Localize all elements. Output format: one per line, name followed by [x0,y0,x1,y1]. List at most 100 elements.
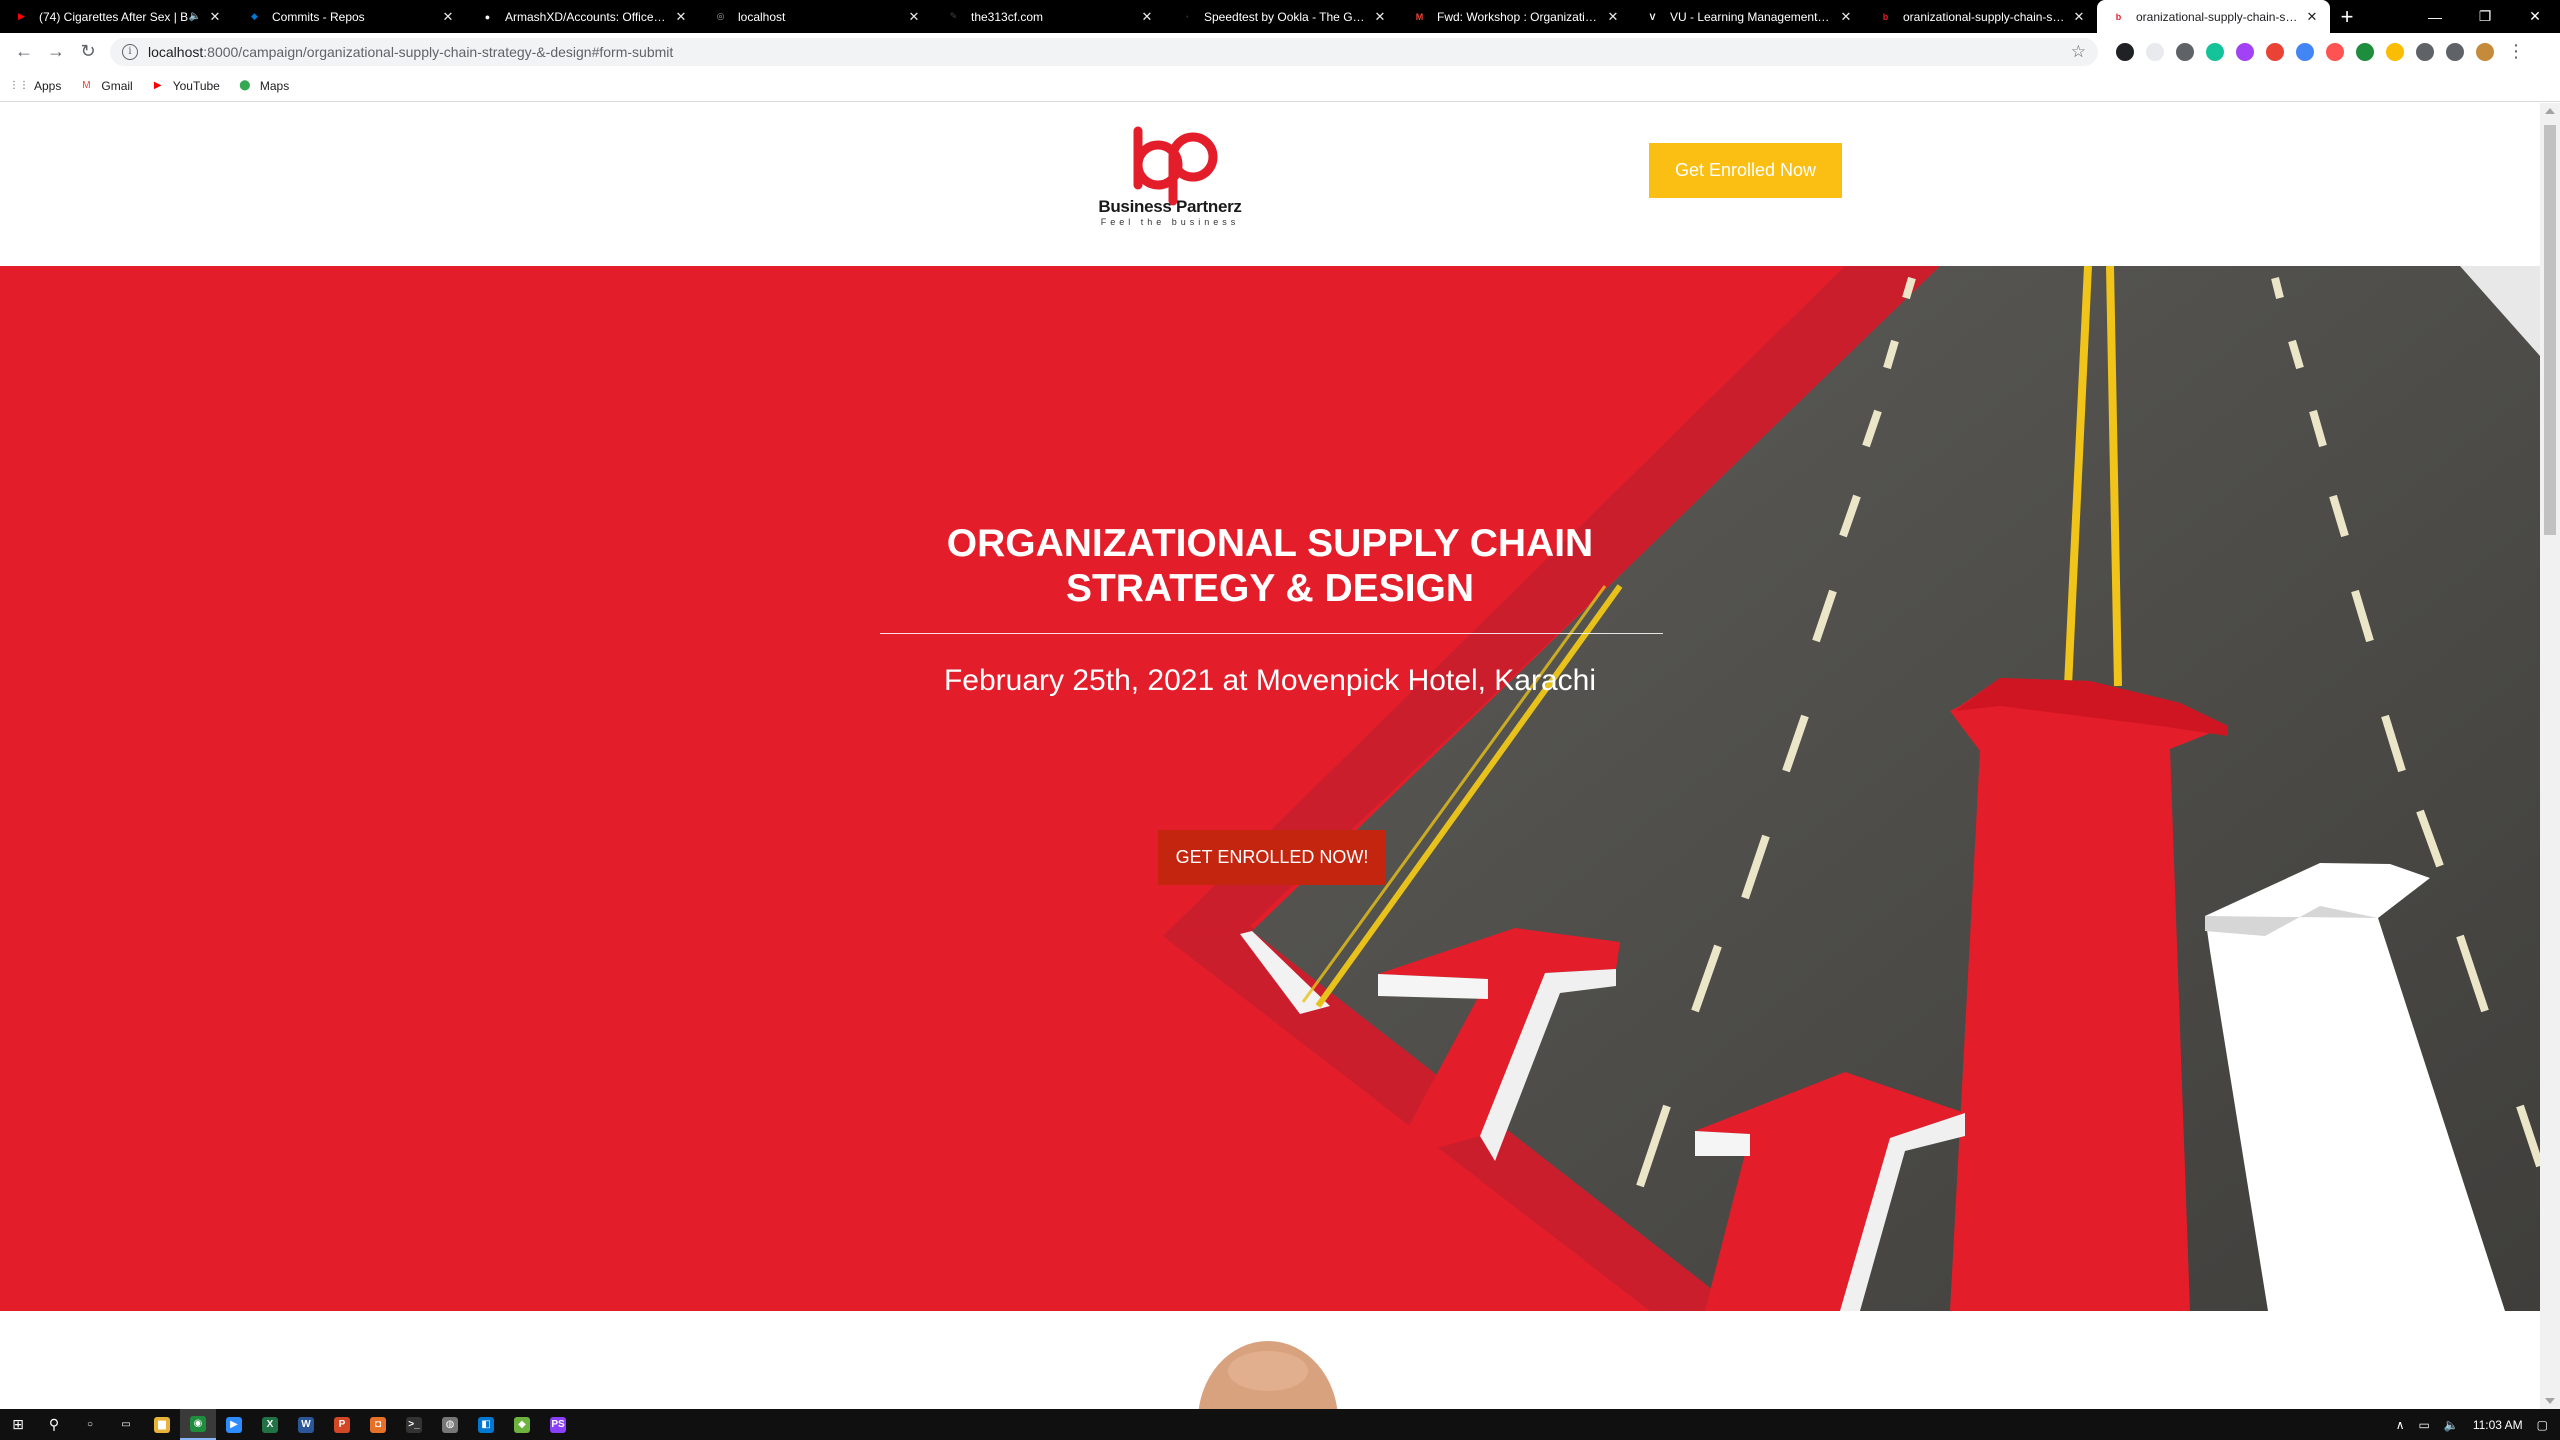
search-icon[interactable]: ⚲ [36,1409,72,1440]
browser-tab[interactable]: ● ArmashXD/Accounts: Office Pr ✕ [466,0,699,33]
taskbar-app[interactable]: X [252,1409,288,1440]
volume-icon[interactable]: 🔈 [2444,1418,2459,1432]
phpstorm-icon: PS [550,1416,566,1433]
clock[interactable]: 11:03 AM [2473,1418,2523,1432]
tab-close-icon[interactable]: ✕ [673,9,689,25]
taskbar-apps: ○ ▭ ▆ ◉ ▶ X W P ◘ >_ ◍ ◧ ◆ PS [72,1409,576,1440]
window-controls: — ❐ ✕ [2410,0,2560,33]
ext-icon-11[interactable] [2416,42,2434,61]
taskbar-app[interactable]: >_ [396,1409,432,1440]
browser-toolbar: ← → ↻ i localhost :8000/campaign/organiz… [0,33,2560,70]
ext-icon-4[interactable] [2206,42,2224,61]
hero-date-location: February 25th, 2021 at Movenpick Hotel, … [943,664,1597,697]
bp-icon: b [2115,11,2122,22]
taskbar-app[interactable]: ◧ [468,1409,504,1440]
business-partnerz-logo[interactable]: Business Partnerz Feel the business [1090,123,1250,233]
taskbar-app[interactable]: W [288,1409,324,1440]
tab-title: oranizational-supply-chain-stra [1903,9,2065,24]
forward-button[interactable]: → [40,37,72,67]
get-enrolled-hero-button[interactable]: GET ENROLLED NOW! [1158,830,1386,885]
app-circle-icon: ◍ [442,1416,458,1433]
start-button[interactable]: ⊞ [0,1409,36,1440]
tab-close-icon[interactable]: ✕ [1838,9,1854,25]
back-button[interactable]: ← [8,37,40,67]
browser-tab[interactable]: b oranizational-supply-chain-stra ✕ [1864,0,2097,33]
browser-tab-active[interactable]: b oranizational-supply-chain-stra ✕ [2097,0,2330,33]
bookmark-youtube[interactable]: ▶ YouTube [151,79,220,93]
browser-tab[interactable]: V VU - Learning Management Sys ✕ [1631,0,1864,33]
browser-tab[interactable]: ◎ localhost ✕ [699,0,932,33]
reload-button[interactable]: ↻ [72,37,104,67]
tab-close-icon[interactable]: ✕ [2304,9,2320,25]
network-icon[interactable]: ▭ [2419,1418,2430,1432]
ext-icon-10[interactable] [2386,42,2404,61]
browser-tab[interactable]: ▶ (74) Cigarettes After Sex | B 🔈 ✕ [0,0,233,33]
taskbar-app[interactable]: ◍ [432,1409,468,1440]
tab-close-icon[interactable]: ✕ [1605,9,1621,25]
browser-tab[interactable]: ◆ Commits - Repos ✕ [233,0,466,33]
ext-icon-1[interactable] [2116,42,2134,61]
ext-icon-7[interactable] [2296,42,2314,61]
ext-icon-9[interactable] [2356,42,2374,61]
cortana-icon: ○ [82,1416,98,1433]
browser-menu-icon[interactable]: ⋮ [2500,37,2532,67]
site-info-icon[interactable]: i [122,43,138,60]
window-close-icon[interactable]: ✕ [2510,0,2560,33]
tab-close-icon[interactable]: ✕ [2071,9,2087,25]
restore-icon[interactable]: ❐ [2460,0,2510,33]
browser-tab-strip: ▶ (74) Cigarettes After Sex | B 🔈 ✕ ◆ Commits… [0,0,2560,33]
bookmark-gmail[interactable]: M Gmail [79,78,133,93]
gmail-icon: M [82,80,91,91]
notifications-icon[interactable]: ▢ [2537,1418,2548,1432]
page-scrollbar[interactable] [2540,103,2560,1409]
taskbar-app[interactable]: ▭ [108,1409,144,1440]
tab-close-icon[interactable]: ✕ [906,9,922,25]
taskbar-app[interactable]: ◘ [360,1409,396,1440]
vscode-icon: ◧ [478,1416,494,1433]
scrollbar-thumb[interactable] [2544,125,2556,535]
extensions-area [2110,42,2500,61]
bookmark-apps[interactable]: ⋮⋮ Apps [9,79,61,93]
taskbar-app[interactable]: P [324,1409,360,1440]
tab-title: VU - Learning Management Sys [1670,9,1832,24]
tab-close-icon[interactable]: ✕ [440,9,456,25]
ext-icon-8[interactable] [2326,42,2344,61]
scroll-down-icon[interactable] [2545,1398,2555,1404]
new-tab-button[interactable]: + [2330,0,2364,33]
tab-title: Commits - Repos [272,9,365,24]
tab-title: (74) Cigarettes After Sex | B [39,9,189,24]
bookmark-maps[interactable]: ⬤ Maps [238,79,289,93]
logo-tagline: Feel the business [1100,217,1240,227]
word-icon: W [298,1416,314,1433]
browser-tab[interactable]: ✎ the313cf.com ✕ [932,0,1165,33]
ext-icon-13[interactable] [2476,42,2494,61]
ext-icon-3[interactable] [2176,42,2194,61]
taskbar-app[interactable]: PS [540,1409,576,1440]
bookmark-label: Gmail [101,78,133,93]
tab-close-icon[interactable]: ✕ [1139,9,1155,25]
get-enrolled-header-button[interactable]: Get Enrolled Now [1649,143,1842,198]
taskbar-app[interactable]: ○ [72,1409,108,1440]
ext-icon-12[interactable] [2446,42,2464,61]
taskbar-app[interactable]: ▶ [216,1409,252,1440]
tab-title: Speedtest by Ookla - The Globa [1204,9,1366,24]
ext-icon-5[interactable] [2236,42,2254,61]
tab-title: the313cf.com [971,9,1044,24]
minimize-icon[interactable]: — [2410,0,2460,33]
ext-icon-2[interactable] [2146,42,2164,61]
browser-tab[interactable]: M Fwd: Workshop : Organizationa ✕ [1398,0,1631,33]
address-bar[interactable]: i localhost :8000/campaign/organizationa… [110,37,2098,66]
ext-icon-6[interactable] [2266,42,2284,61]
speaker-photo-peek [1198,1341,1338,1409]
tab-audio-icon[interactable]: 🔈 [189,11,201,22]
scroll-up-icon[interactable] [2545,108,2555,114]
taskbar-app[interactable]: ▆ [144,1409,180,1440]
maps-pin-icon: ⬤ [239,80,251,91]
tray-chevron-icon[interactable]: ∧ [2396,1418,2405,1432]
taskbar-app[interactable]: ◉ [180,1409,216,1440]
tab-close-icon[interactable]: ✕ [1372,9,1388,25]
browser-tab[interactable]: ◔ Speedtest by Ookla - The Globa ✕ [1165,0,1398,33]
tab-close-icon[interactable]: ✕ [207,9,223,25]
bookmark-star-icon[interactable]: ☆ [2071,42,2086,62]
taskbar-app[interactable]: ◆ [504,1409,540,1440]
